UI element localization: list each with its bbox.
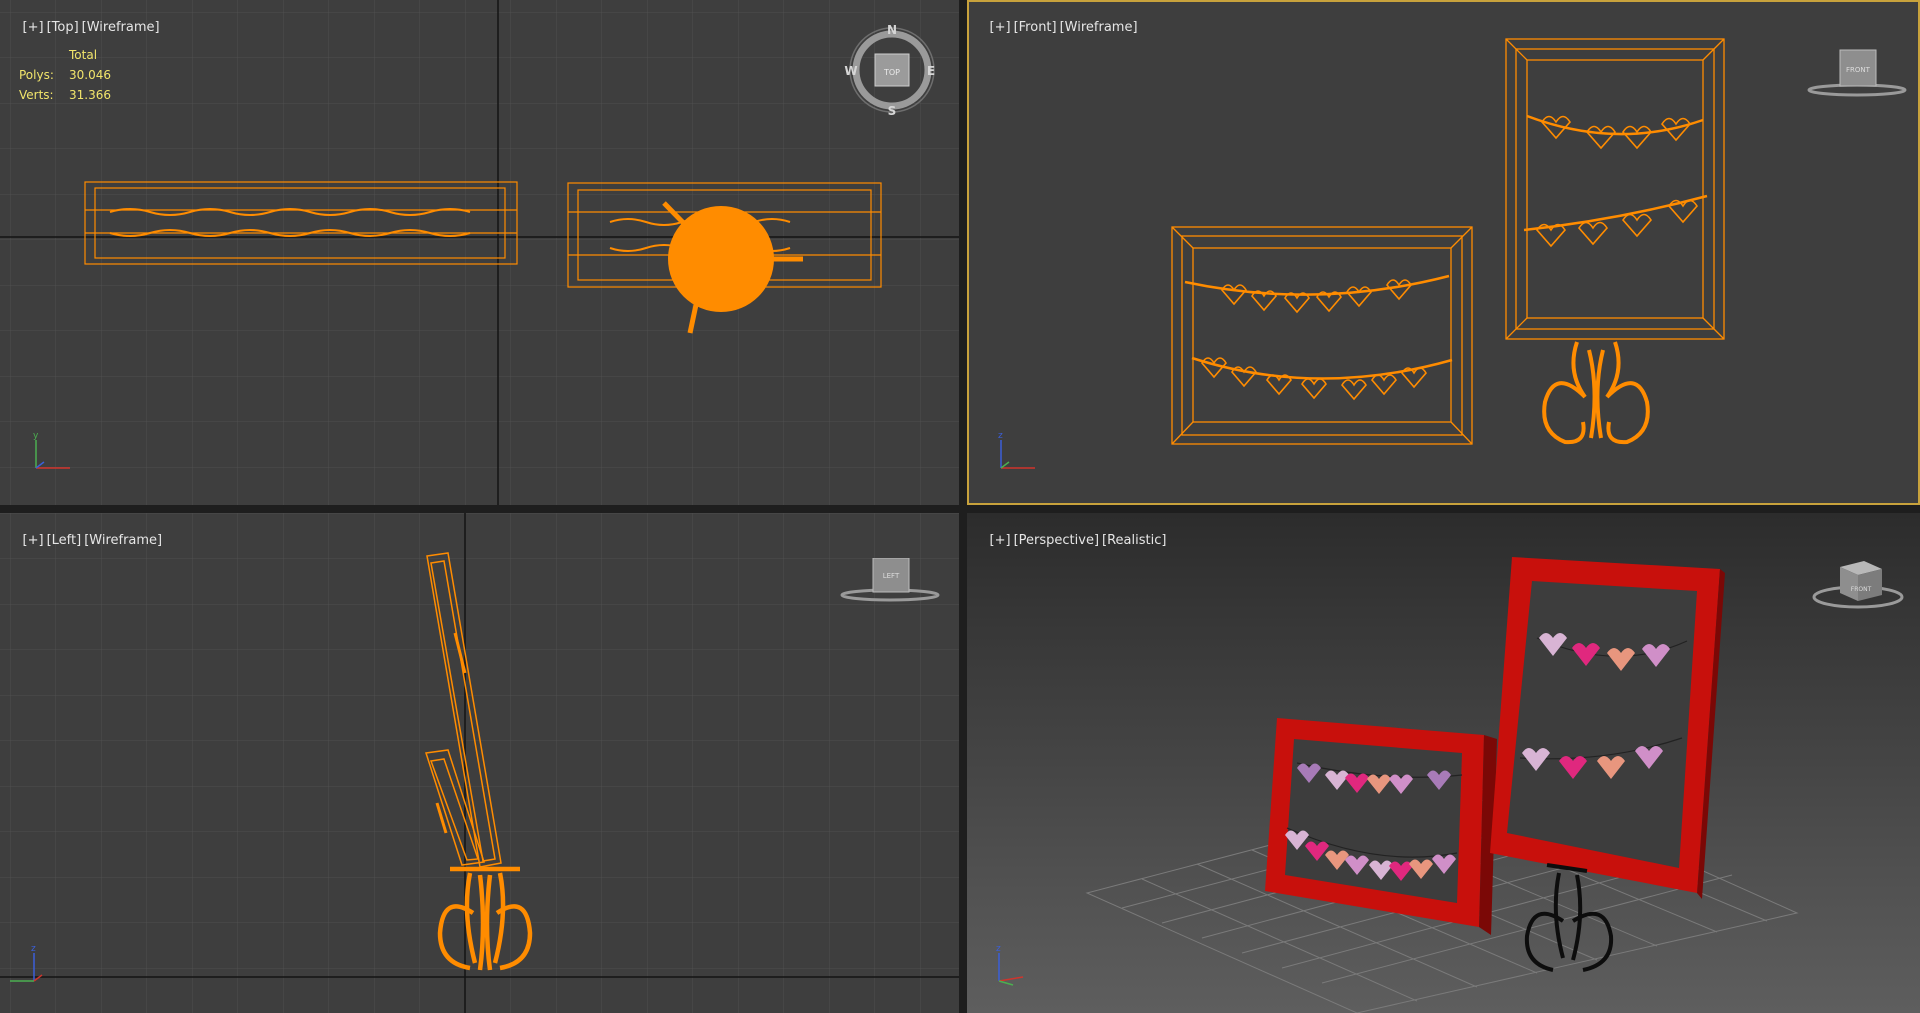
compass-east-label: E bbox=[927, 64, 935, 78]
large-frame-render bbox=[1490, 557, 1725, 899]
viewcube-face-label: FRONT bbox=[1851, 586, 1872, 593]
viewport-view-menu[interactable]: [Perspective] bbox=[1014, 533, 1099, 548]
viewcube-icon[interactable]: FRONT bbox=[1804, 557, 1914, 622]
viewcube-compass[interactable]: TOP N S E W bbox=[842, 22, 942, 122]
axis-tripod-icon: z bbox=[10, 944, 43, 982]
viewport-label[interactable]: [+] [Perspective] [Realistic] bbox=[973, 518, 1169, 563]
stand-wireframe bbox=[1542, 341, 1650, 445]
viewport-menu-plus[interactable]: [+] bbox=[990, 20, 1011, 35]
viewport-perspective[interactable]: [+] [Perspective] [Realistic] FRONT z bbox=[967, 513, 1920, 1013]
stats-overlay: Total Polys: 30.046 Verts: 31.366 bbox=[19, 45, 111, 105]
viewport-front[interactable]: [+] [Front] [Wireframe] FRONT z bbox=[967, 0, 1920, 505]
viewport-shading-menu[interactable]: [Wireframe] bbox=[84, 533, 162, 548]
stats-row: Polys: 30.046 bbox=[19, 68, 111, 82]
viewport-label[interactable]: [+] [Front] [Wireframe] bbox=[973, 5, 1141, 50]
stats-header: Total bbox=[69, 48, 98, 62]
frame-wireframe bbox=[1505, 38, 1725, 340]
stats-row: Verts: 31.366 bbox=[19, 88, 111, 102]
svg-text:z: z bbox=[31, 944, 36, 954]
small-frame-render bbox=[1265, 718, 1497, 935]
viewport-grid bbox=[0, 0, 959, 505]
svg-text:y: y bbox=[33, 431, 39, 441]
viewcube-icon[interactable]: LEFT bbox=[840, 558, 950, 618]
viewport-scene bbox=[1085, 557, 1799, 1013]
viewport-menu-plus[interactable]: [+] bbox=[23, 20, 44, 35]
compass-north-label: N bbox=[887, 23, 897, 37]
viewport-left[interactable]: [+] [Left] [Wireframe] LEFT z bbox=[0, 513, 959, 1013]
frame-wireframe bbox=[1171, 226, 1473, 445]
viewport-label[interactable]: [+] [Top] [Wireframe] bbox=[6, 5, 163, 50]
viewport-label[interactable]: [+] [Left] [Wireframe] bbox=[6, 518, 165, 563]
viewport-grid bbox=[0, 513, 959, 1013]
viewport-view-menu[interactable]: [Top] bbox=[47, 20, 79, 35]
axis-tripod-icon: z bbox=[998, 431, 1035, 469]
compass-south-label: S bbox=[888, 104, 897, 118]
svg-text:z: z bbox=[996, 944, 1001, 954]
viewport-view-menu[interactable]: [Left] bbox=[47, 533, 82, 548]
viewport-menu-plus[interactable]: [+] bbox=[23, 533, 44, 548]
compass-west-label: W bbox=[844, 64, 857, 78]
axis-tripod-icon: z bbox=[996, 944, 1024, 986]
viewport-shading-menu[interactable]: [Wireframe] bbox=[82, 20, 160, 35]
viewport-shading-menu[interactable]: [Wireframe] bbox=[1060, 20, 1138, 35]
viewport-scene bbox=[1171, 38, 1725, 445]
viewcube-face-label: TOP bbox=[883, 68, 900, 77]
svg-text:z: z bbox=[998, 431, 1003, 441]
viewcube-face-label: FRONT bbox=[1846, 66, 1871, 74]
viewport-menu-plus[interactable]: [+] bbox=[990, 533, 1011, 548]
viewcube-icon[interactable]: FRONT bbox=[1804, 45, 1914, 105]
viewport-shading-menu[interactable]: [Realistic] bbox=[1102, 533, 1166, 548]
viewcube-face-label: LEFT bbox=[883, 572, 900, 580]
axis-tripod-icon: y bbox=[33, 431, 70, 469]
viewport-view-menu[interactable]: [Front] bbox=[1014, 20, 1057, 35]
viewport-top[interactable]: [+] [Top] [Wireframe] Total Polys: 30.046 V… bbox=[0, 0, 959, 505]
